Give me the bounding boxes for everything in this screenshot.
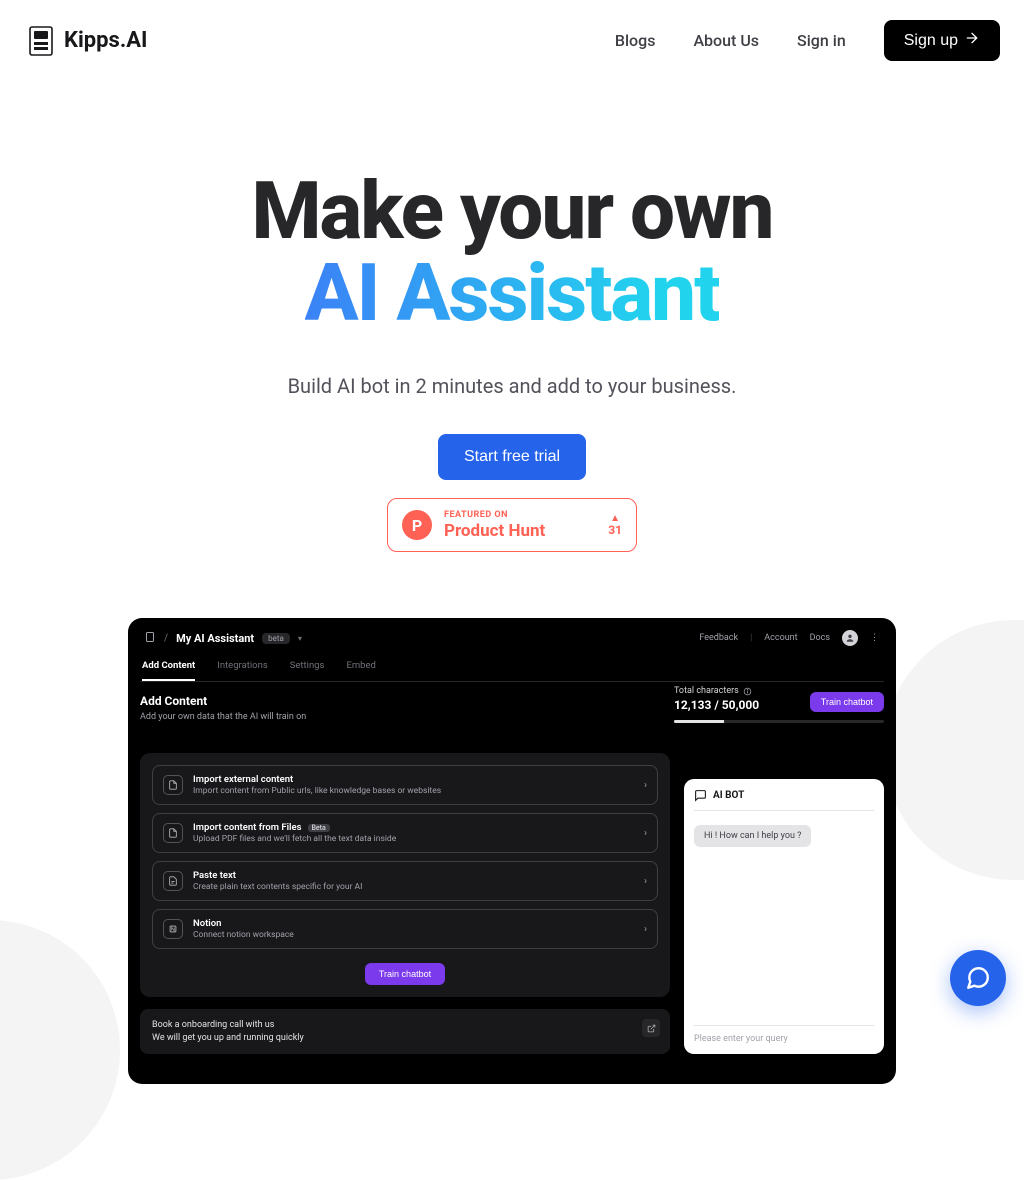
chevron-down-icon[interactable]: ▾ <box>298 634 302 643</box>
option-import-files[interactable]: Import content from FilesBetaUpload PDF … <box>152 813 658 853</box>
text-icon <box>163 871 183 891</box>
bot-panel: AI BOT Hi ! How can I help you ? Please … <box>684 779 884 1054</box>
decor-circle <box>0 920 120 1180</box>
chevron-right-icon: › <box>644 924 647 935</box>
option-paste-text[interactable]: Paste textCreate plain text contents spe… <box>152 861 658 901</box>
hero-subtitle: Build AI bot in 2 minutes and add to you… <box>0 374 1024 398</box>
bot-title: AI BOT <box>713 790 744 801</box>
train-button-bottom[interactable]: Train chatbot <box>365 963 445 985</box>
beta-badge-mini: Beta <box>308 824 330 832</box>
ph-featured: FEATURED ON <box>444 510 596 520</box>
train-button-top[interactable]: Train chatbot <box>810 692 884 712</box>
option-notion[interactable]: NotionConnect notion workspace › <box>152 909 658 949</box>
brand-text: Kipps.AI <box>64 28 147 53</box>
decor-circle <box>884 620 1024 880</box>
preview-title[interactable]: My AI Assistant <box>176 632 254 645</box>
tab-integrations[interactable]: Integrations <box>217 654 268 681</box>
avatar[interactable] <box>842 630 858 646</box>
product-hunt-badge[interactable]: P FEATURED ON Product Hunt ▲ 31 <box>387 498 637 552</box>
chevron-right-icon: › <box>644 780 647 791</box>
logo[interactable]: Kipps.AI <box>24 24 147 58</box>
nav-about[interactable]: About Us <box>693 31 759 50</box>
arrow-right-icon <box>964 30 980 51</box>
ph-name: Product Hunt <box>444 521 596 541</box>
header: Kipps.AI Blogs About Us Sign in Sign up <box>0 0 1024 81</box>
preview-topbar: / My AI Assistant beta ▾ Feedback | Acco… <box>140 628 884 654</box>
onboarding-line2: We will get you up and running quickly <box>152 1032 658 1045</box>
nav: Blogs About Us Sign in Sign up <box>615 20 1000 61</box>
file-icon <box>163 775 183 795</box>
external-link-icon[interactable] <box>642 1019 660 1037</box>
hero-title: Make your own AI Assistant <box>0 171 1024 334</box>
product-hunt-votes: ▲ 31 <box>608 513 622 537</box>
onboarding-card[interactable]: Book a onboarding call with us We will g… <box>140 1009 670 1054</box>
signup-button[interactable]: Sign up <box>884 20 1000 61</box>
hero-line2: AI Assistant <box>305 246 720 340</box>
app-preview: / My AI Assistant beta ▾ Feedback | Acco… <box>128 618 896 1084</box>
options-card: Import external contentImport content fr… <box>140 753 670 997</box>
bot-input[interactable]: Please enter your query <box>694 1025 874 1044</box>
product-hunt-icon: P <box>402 510 432 540</box>
more-icon[interactable]: ⋮ <box>870 633 880 643</box>
doc-icon <box>144 631 156 646</box>
chat-widget-button[interactable] <box>950 950 1006 1006</box>
nav-signin[interactable]: Sign in <box>797 31 846 50</box>
notion-icon <box>163 919 183 939</box>
file-icon <box>163 823 183 843</box>
account-link[interactable]: Account <box>764 633 797 643</box>
section-heading: Add Content <box>140 694 654 708</box>
tab-add-content[interactable]: Add Content <box>142 654 195 681</box>
chevron-right-icon: › <box>644 876 647 887</box>
beta-badge: beta <box>262 633 290 644</box>
start-trial-button[interactable]: Start free trial <box>438 434 586 480</box>
product-hunt-text: FEATURED ON Product Hunt <box>444 510 596 541</box>
progress-bar <box>674 720 884 723</box>
hero-line1: Make your own <box>251 164 772 258</box>
docs-link[interactable]: Docs <box>810 633 830 643</box>
preview-tabs: Add Content Integrations Settings Embed <box>140 654 884 682</box>
signup-label: Sign up <box>904 32 958 50</box>
bot-message: Hi ! How can I help you ? <box>694 825 811 847</box>
logo-icon <box>24 24 58 58</box>
hero: Make your own AI Assistant Build AI bot … <box>0 81 1024 552</box>
onboarding-line1: Book a onboarding call with us <box>152 1019 658 1032</box>
bot-header: AI BOT <box>694 789 874 811</box>
section-desc: Add your own data that the AI will train… <box>140 712 654 722</box>
ph-count: 31 <box>608 524 622 537</box>
nav-blogs[interactable]: Blogs <box>615 31 656 50</box>
chevron-right-icon: › <box>644 828 647 839</box>
tab-settings[interactable]: Settings <box>290 654 325 681</box>
char-meta: Total characters 12,133 / 50,000 Train c… <box>674 686 884 723</box>
tab-embed[interactable]: Embed <box>346 654 375 681</box>
feedback-link[interactable]: Feedback <box>699 633 738 643</box>
option-import-external[interactable]: Import external contentImport content fr… <box>152 765 658 805</box>
